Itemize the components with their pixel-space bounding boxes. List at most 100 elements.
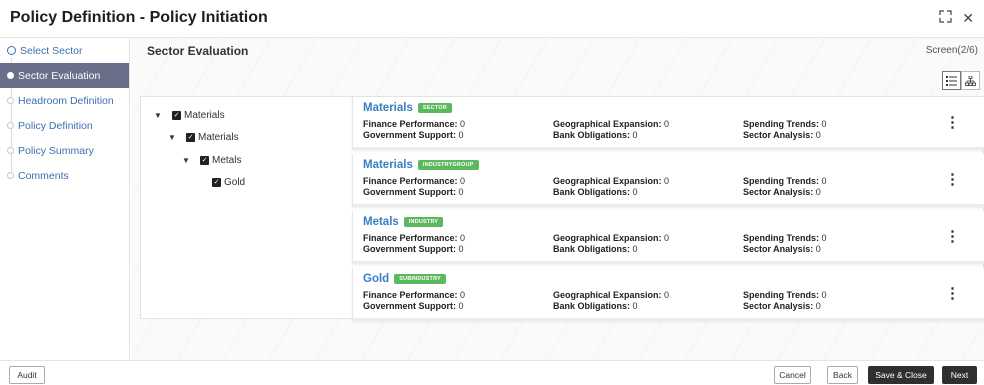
page-title: Policy Definition - Policy Initiation xyxy=(10,9,268,26)
card-title: Gold SUBINDUSTRY xyxy=(363,273,446,285)
kebab-menu-icon[interactable]: ⋮ xyxy=(945,284,960,302)
metric-label: Finance Performance: xyxy=(363,233,458,243)
next-button[interactable]: Next xyxy=(942,366,977,384)
metric-value: 0 xyxy=(458,130,464,140)
metric-value: 0 xyxy=(664,290,670,300)
audit-button[interactable]: Audit xyxy=(9,366,45,384)
close-icon[interactable]: ✕ xyxy=(962,9,974,27)
caret-down-icon[interactable]: ▼ xyxy=(154,111,164,120)
card-col-3: Spending Trends: 0 Sector Analysis: 0 xyxy=(743,290,827,312)
metric-label: Geographical Expansion: xyxy=(553,176,662,186)
metric-label: Spending Trends: xyxy=(743,233,820,243)
tree-node-materials-group: ▼ ✓ Materials xyxy=(168,132,239,143)
checkbox-checked-icon[interactable]: ✓ xyxy=(186,133,195,142)
card-col-2: Geographical Expansion: 0 Bank Obligatio… xyxy=(553,176,669,198)
metric-value: 0 xyxy=(664,176,670,186)
metric-label: Spending Trends: xyxy=(743,176,820,186)
sidebar-item-select-sector[interactable]: Select Sector xyxy=(0,38,129,63)
metric-value: 0 xyxy=(664,119,670,129)
tree-node-materials-sector: ▼ ✓ Materials xyxy=(154,110,225,121)
metric-label: Bank Obligations: xyxy=(553,130,631,140)
kebab-menu-icon[interactable]: ⋮ xyxy=(945,113,960,131)
metric-value: 0 xyxy=(664,233,670,243)
metric-value: 0 xyxy=(458,301,464,311)
card-col-2: Geographical Expansion: 0 Bank Obligatio… xyxy=(553,290,669,312)
card-col-2: Geographical Expansion: 0 Bank Obligatio… xyxy=(553,119,669,141)
app: Policy Definition - Policy Initiation ✕ … xyxy=(0,0,984,385)
caret-down-icon[interactable]: ▼ xyxy=(182,156,192,165)
card-name[interactable]: Materials xyxy=(363,159,413,171)
checkbox-checked-icon[interactable]: ✓ xyxy=(212,178,221,187)
metric-label: Finance Performance: xyxy=(363,176,458,186)
kebab-menu-icon[interactable]: ⋮ xyxy=(945,170,960,188)
card-name[interactable]: Metals xyxy=(363,216,399,228)
tree-node-gold: ✓ Gold xyxy=(212,177,245,188)
metric-label: Sector Analysis: xyxy=(743,130,814,140)
metric-value: 0 xyxy=(821,119,827,129)
sidebar-item-policy-definition[interactable]: Policy Definition xyxy=(0,113,129,138)
metric-label: Sector Analysis: xyxy=(743,301,814,311)
card-col-1: Finance Performance: 0 Government Suppor… xyxy=(363,290,465,312)
sidebar-item-label: Policy Definition xyxy=(18,119,93,132)
metric-label: Spending Trends: xyxy=(743,119,820,129)
card-name[interactable]: Gold xyxy=(363,273,389,285)
step-pending-icon xyxy=(7,97,14,104)
card-title: Materials SECTOR xyxy=(363,102,452,114)
back-button[interactable]: Back xyxy=(827,366,858,384)
sidebar-item-sector-evaluation[interactable]: Sector Evaluation xyxy=(0,63,129,88)
metric-label: Geographical Expansion: xyxy=(553,119,662,129)
metric-value: 0 xyxy=(815,301,821,311)
kebab-menu-icon[interactable]: ⋮ xyxy=(945,227,960,245)
metric-label: Government Support: xyxy=(363,187,457,197)
card-col-3: Spending Trends: 0 Sector Analysis: 0 xyxy=(743,119,827,141)
evaluation-card[interactable]: Metals INDUSTRY Finance Performance: 0 G… xyxy=(352,211,984,264)
tree-node-label: Metals xyxy=(212,155,242,166)
expand-icon[interactable] xyxy=(939,9,952,27)
metric-label: Finance Performance: xyxy=(363,119,458,129)
metric-label: Government Support: xyxy=(363,130,457,140)
evaluation-card[interactable]: Materials SECTOR Finance Performance: 0 … xyxy=(352,97,984,150)
list-view-button[interactable] xyxy=(942,71,961,90)
sidebar-item-headroom-definition[interactable]: Headroom Definition xyxy=(0,88,129,113)
hierarchy-view-button[interactable] xyxy=(961,71,980,90)
metric-value: 0 xyxy=(632,244,638,254)
metric-value: 0 xyxy=(815,187,821,197)
step-pending-icon xyxy=(7,172,14,179)
metric-value: 0 xyxy=(821,233,827,243)
screen-count: Screen(2/6) xyxy=(925,45,978,56)
footer: Audit Cancel Back Save & Close Next xyxy=(0,360,984,385)
hierarchy-view-icon xyxy=(965,75,976,86)
metric-label: Bank Obligations: xyxy=(553,244,631,254)
checkbox-checked-icon[interactable]: ✓ xyxy=(200,156,209,165)
cancel-button[interactable]: Cancel xyxy=(774,366,811,384)
card-col-3: Spending Trends: 0 Sector Analysis: 0 xyxy=(743,233,827,255)
evaluation-card[interactable]: Materials INDUSTRYGROUP Finance Performa… xyxy=(352,154,984,207)
tree-node-label: Materials xyxy=(184,110,225,121)
main-content: Sector Evaluation Screen(2/6) ▼ ✓ Materi… xyxy=(131,38,984,360)
evaluation-card[interactable]: Gold SUBINDUSTRY Finance Performance: 0 … xyxy=(352,268,984,321)
metric-label: Bank Obligations: xyxy=(553,301,631,311)
caret-down-icon[interactable]: ▼ xyxy=(168,133,178,142)
metric-value: 0 xyxy=(632,187,638,197)
card-col-1: Finance Performance: 0 Government Suppor… xyxy=(363,176,465,198)
tree-node-label: Gold xyxy=(224,177,246,188)
checkbox-checked-icon[interactable]: ✓ xyxy=(172,111,181,120)
step-pending-icon xyxy=(7,147,14,154)
metric-value: 0 xyxy=(821,290,827,300)
card-col-1: Finance Performance: 0 Government Suppor… xyxy=(363,119,465,141)
step-current-icon xyxy=(7,72,14,79)
sidebar-item-label: Select Sector xyxy=(20,44,83,57)
sidebar: Select Sector Sector Evaluation Headroom… xyxy=(0,38,130,360)
view-toggle xyxy=(942,71,980,90)
metric-label: Sector Analysis: xyxy=(743,244,814,254)
sidebar-item-policy-summary[interactable]: Policy Summary xyxy=(0,138,129,163)
card-name[interactable]: Materials xyxy=(363,102,413,114)
level-badge: INDUSTRY xyxy=(403,217,444,227)
sidebar-item-comments[interactable]: Comments xyxy=(0,163,129,188)
sidebar-item-label: Sector Evaluation xyxy=(18,69,101,82)
level-badge: INDUSTRYGROUP xyxy=(417,160,479,170)
save-close-button[interactable]: Save & Close xyxy=(868,366,934,384)
metric-value: 0 xyxy=(815,130,821,140)
metric-label: Spending Trends: xyxy=(743,290,820,300)
level-badge: SUBINDUSTRY xyxy=(394,274,446,284)
